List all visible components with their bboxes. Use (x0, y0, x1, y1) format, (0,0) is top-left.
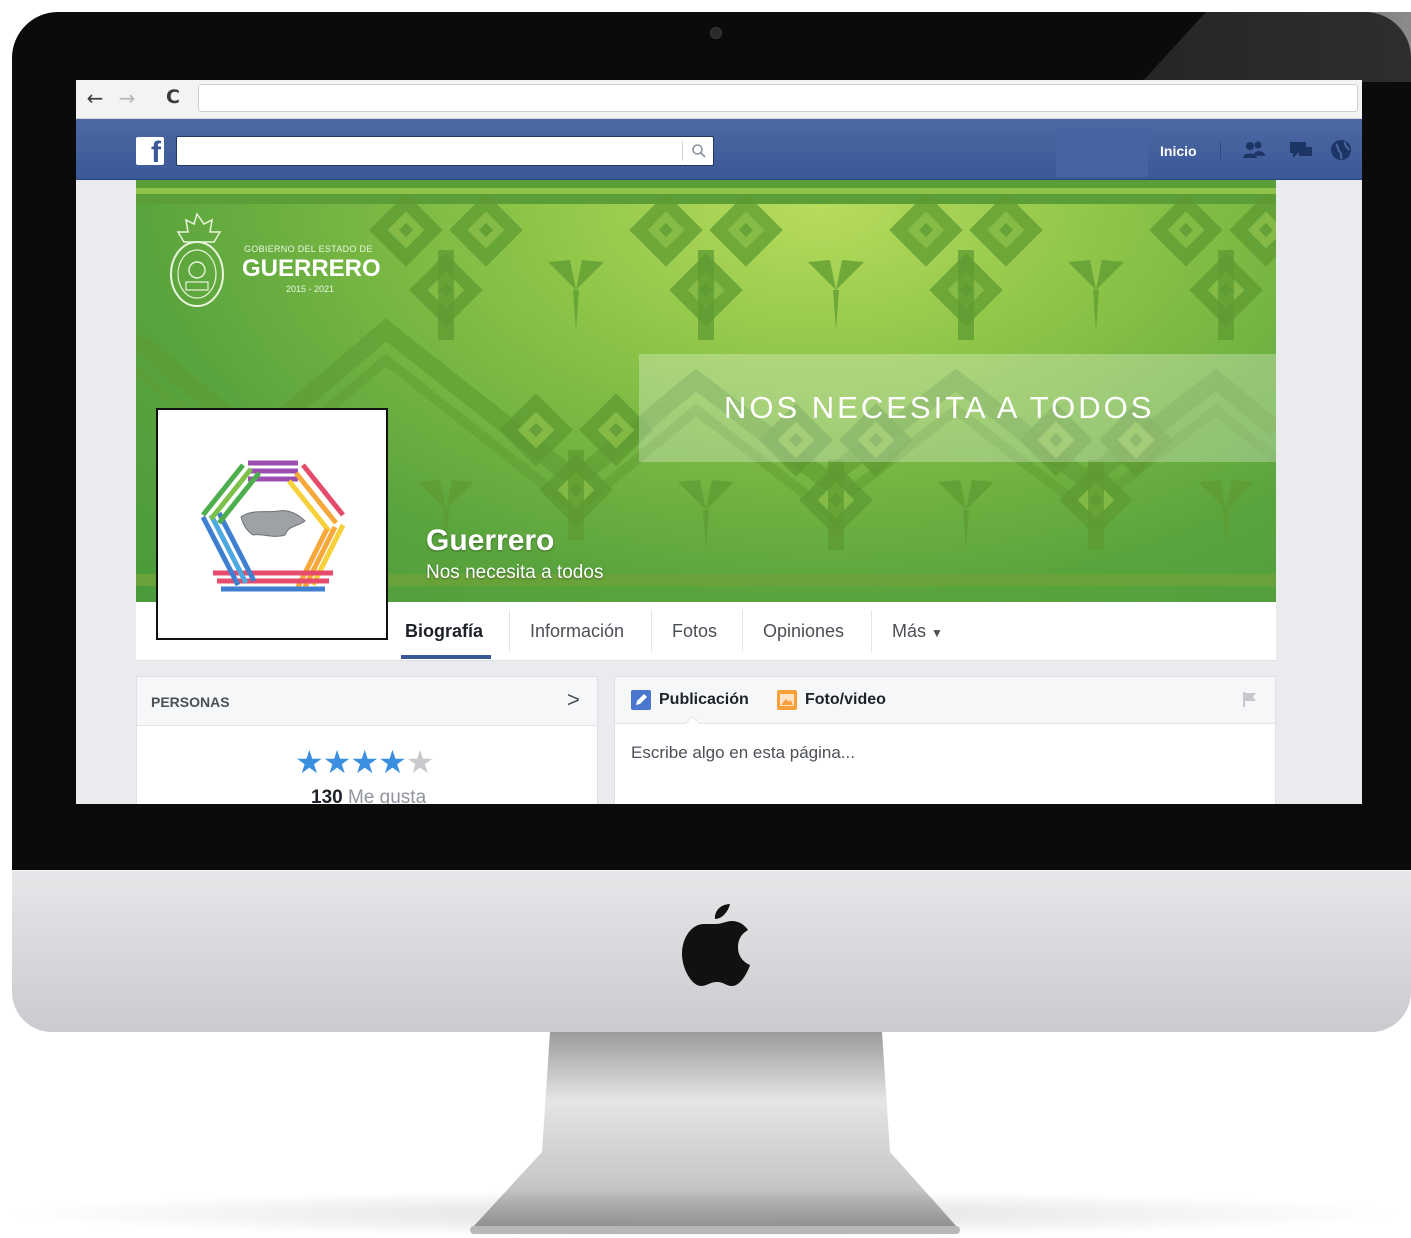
star-filled-icon: ★ (295, 743, 324, 781)
globe-notifications-icon[interactable] (1328, 138, 1354, 162)
caret-down-icon: ▼ (931, 626, 943, 640)
tab-opiniones[interactable]: Opiniones (763, 602, 844, 660)
page-title[interactable]: Guerrero (426, 524, 554, 558)
messages-icon[interactable] (1288, 138, 1314, 162)
likes-label: Me gusta (347, 787, 427, 804)
facebook-logo-icon[interactable]: f (136, 137, 164, 165)
stand-shadow (0, 1190, 1411, 1238)
tab-mas-label: Más (892, 621, 927, 641)
chevron-right-icon[interactable]: > (567, 687, 580, 713)
page-content: NOS NECESITA A TODOS GOBIERNO DEL ESTADO… (136, 180, 1276, 804)
government-years: 2015 - 2021 (286, 284, 335, 294)
people-panel: PERSONAS > ★★★★★ 130 Me gusta (136, 676, 598, 804)
apple-logo-icon (682, 904, 750, 986)
profile-picture[interactable] (156, 408, 388, 640)
tab-foto-video[interactable]: Foto/video (805, 691, 886, 709)
flag-icon[interactable] (1239, 689, 1259, 709)
composer-input[interactable]: Escribe algo en esta página... (631, 743, 855, 763)
people-title: PERSONAS (151, 694, 230, 710)
star-empty-icon: ★ (405, 743, 435, 781)
nav-separator (1220, 141, 1221, 159)
address-bar[interactable] (198, 84, 1358, 112)
camera-icon (710, 27, 722, 39)
likes-count: 130 (311, 787, 343, 804)
arrow-left-icon[interactable]: ← (84, 86, 106, 110)
tab-biografia[interactable]: Biografía (405, 602, 483, 660)
rating-stars: ★★★★★ (295, 743, 435, 781)
tab-separator (509, 610, 510, 652)
profile-nav-block[interactable] (1056, 129, 1148, 177)
friend-requests-icon[interactable] (1241, 138, 1267, 162)
browser-toolbar: ← → C (76, 80, 1362, 119)
facebook-top-bar: f Inicio (76, 119, 1362, 180)
government-label: GOBIERNO DEL ESTADO DE (244, 244, 373, 254)
screen: ← → C f Inicio NOS NECESITA A TODOS GOBI… (76, 80, 1362, 804)
tab-mas[interactable]: Más ▼ (892, 602, 943, 660)
tab-informacion[interactable]: Información (530, 602, 624, 660)
tab-separator (651, 610, 652, 652)
reload-icon[interactable]: C (162, 86, 184, 108)
arrow-right-icon[interactable]: → (116, 86, 138, 110)
photo-icon (777, 690, 797, 710)
search-divider (682, 141, 683, 161)
composer-header: Publicación Foto/video (615, 677, 1275, 724)
tab-separator (871, 610, 872, 652)
cover-tagline: NOS NECESITA A TODOS (724, 390, 1155, 425)
star-filled-icon: ★ (378, 743, 407, 781)
search-input[interactable] (176, 136, 714, 166)
search-icon[interactable] (691, 143, 707, 159)
guerrero-star-logo (200, 460, 346, 592)
government-name: GUERRERO (242, 255, 381, 282)
tab-publicacion[interactable]: Publicación (659, 691, 749, 709)
star-filled-icon: ★ (322, 743, 352, 781)
page-subtitle: Nos necesita a todos (426, 562, 604, 583)
star-filled-icon: ★ (350, 743, 379, 781)
people-header[interactable]: PERSONAS > (137, 677, 597, 726)
guerrero-seal-logo (170, 212, 224, 307)
tab-separator (742, 610, 743, 652)
likes-summary[interactable]: 130 Me gusta (311, 787, 426, 804)
home-link[interactable]: Inicio (1160, 143, 1197, 159)
post-composer: Publicación Foto/video Escribe algo en e… (614, 676, 1276, 804)
pencil-icon (631, 690, 651, 710)
facebook-logo-letter: f (151, 137, 161, 165)
active-tab-indicator (401, 655, 491, 659)
tab-fotos[interactable]: Fotos (672, 602, 717, 660)
